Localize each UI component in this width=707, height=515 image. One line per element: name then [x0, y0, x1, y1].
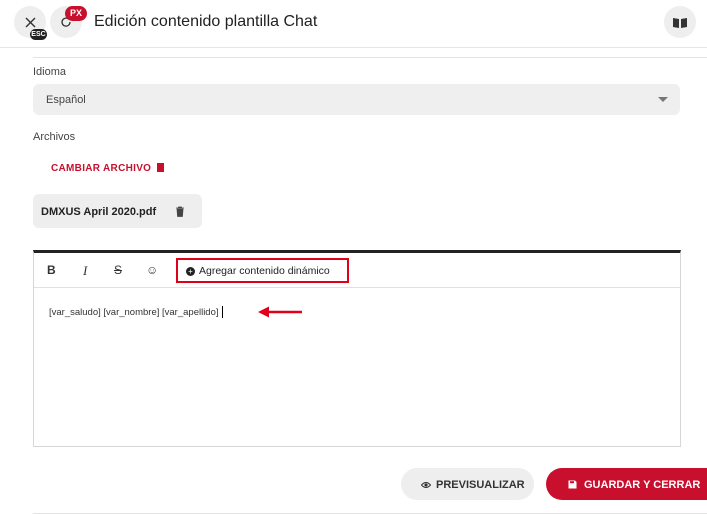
italic-button[interactable]: I [83, 263, 87, 279]
header-bar: ESC PX Edición contenido plantilla Chat [0, 0, 707, 48]
attached-file-chip: DMXUS April 2020.pdf [33, 194, 202, 228]
editor-text-area[interactable]: [var_saludo] [var_nombre] [var_apellido] [49, 306, 223, 318]
trash-icon[interactable] [175, 206, 185, 217]
eye-icon [420, 482, 432, 488]
file-icon [157, 163, 165, 172]
save-icon [568, 480, 577, 489]
caret-down-icon [658, 97, 668, 102]
language-label: Idioma [33, 66, 67, 78]
language-select[interactable]: Español [33, 84, 680, 115]
rich-text-editor: B I S ☺ + Agregar contenido dinámico [var… [33, 250, 681, 447]
px-badge: PX [65, 6, 87, 21]
change-file-button[interactable]: CAMBIAR ARCHIVO [51, 163, 165, 174]
book-open-icon [673, 17, 687, 28]
plus-circle-icon: + [186, 267, 195, 276]
preview-button[interactable]: PREVISUALIZAR [401, 468, 534, 500]
documentation-button[interactable] [664, 6, 696, 38]
bold-button[interactable]: B [47, 263, 56, 277]
add-dynamic-content-label: + Agregar contenido dinámico [186, 265, 330, 277]
editor-toolbar: B I S ☺ + Agregar contenido dinámico [34, 253, 680, 288]
files-label: Archivos [33, 131, 76, 143]
add-dynamic-content-button[interactable]: + Agregar contenido dinámico [176, 258, 349, 283]
divider [33, 57, 707, 58]
change-file-label: CAMBIAR ARCHIVO [51, 163, 152, 174]
language-select-value: Español [46, 94, 86, 106]
preview-label: PREVISUALIZAR [420, 479, 525, 491]
red-arrow-icon [258, 306, 302, 318]
text-cursor [221, 306, 223, 318]
page-title: Edición contenido plantilla Chat [94, 13, 318, 30]
strikethrough-button[interactable]: S [114, 263, 122, 277]
emoji-button[interactable]: ☺ [146, 263, 158, 277]
attached-file-name: DMXUS April 2020.pdf [41, 206, 157, 218]
close-icon [25, 17, 35, 27]
save-and-close-label: GUARDAR Y CERRAR [568, 479, 700, 491]
editor-content-text: [var_saludo] [var_nombre] [var_apellido] [49, 307, 219, 318]
esc-shortcut-badge: ESC [30, 29, 47, 40]
save-and-close-button[interactable]: GUARDAR Y CERRAR [546, 468, 707, 500]
divider [33, 513, 707, 514]
